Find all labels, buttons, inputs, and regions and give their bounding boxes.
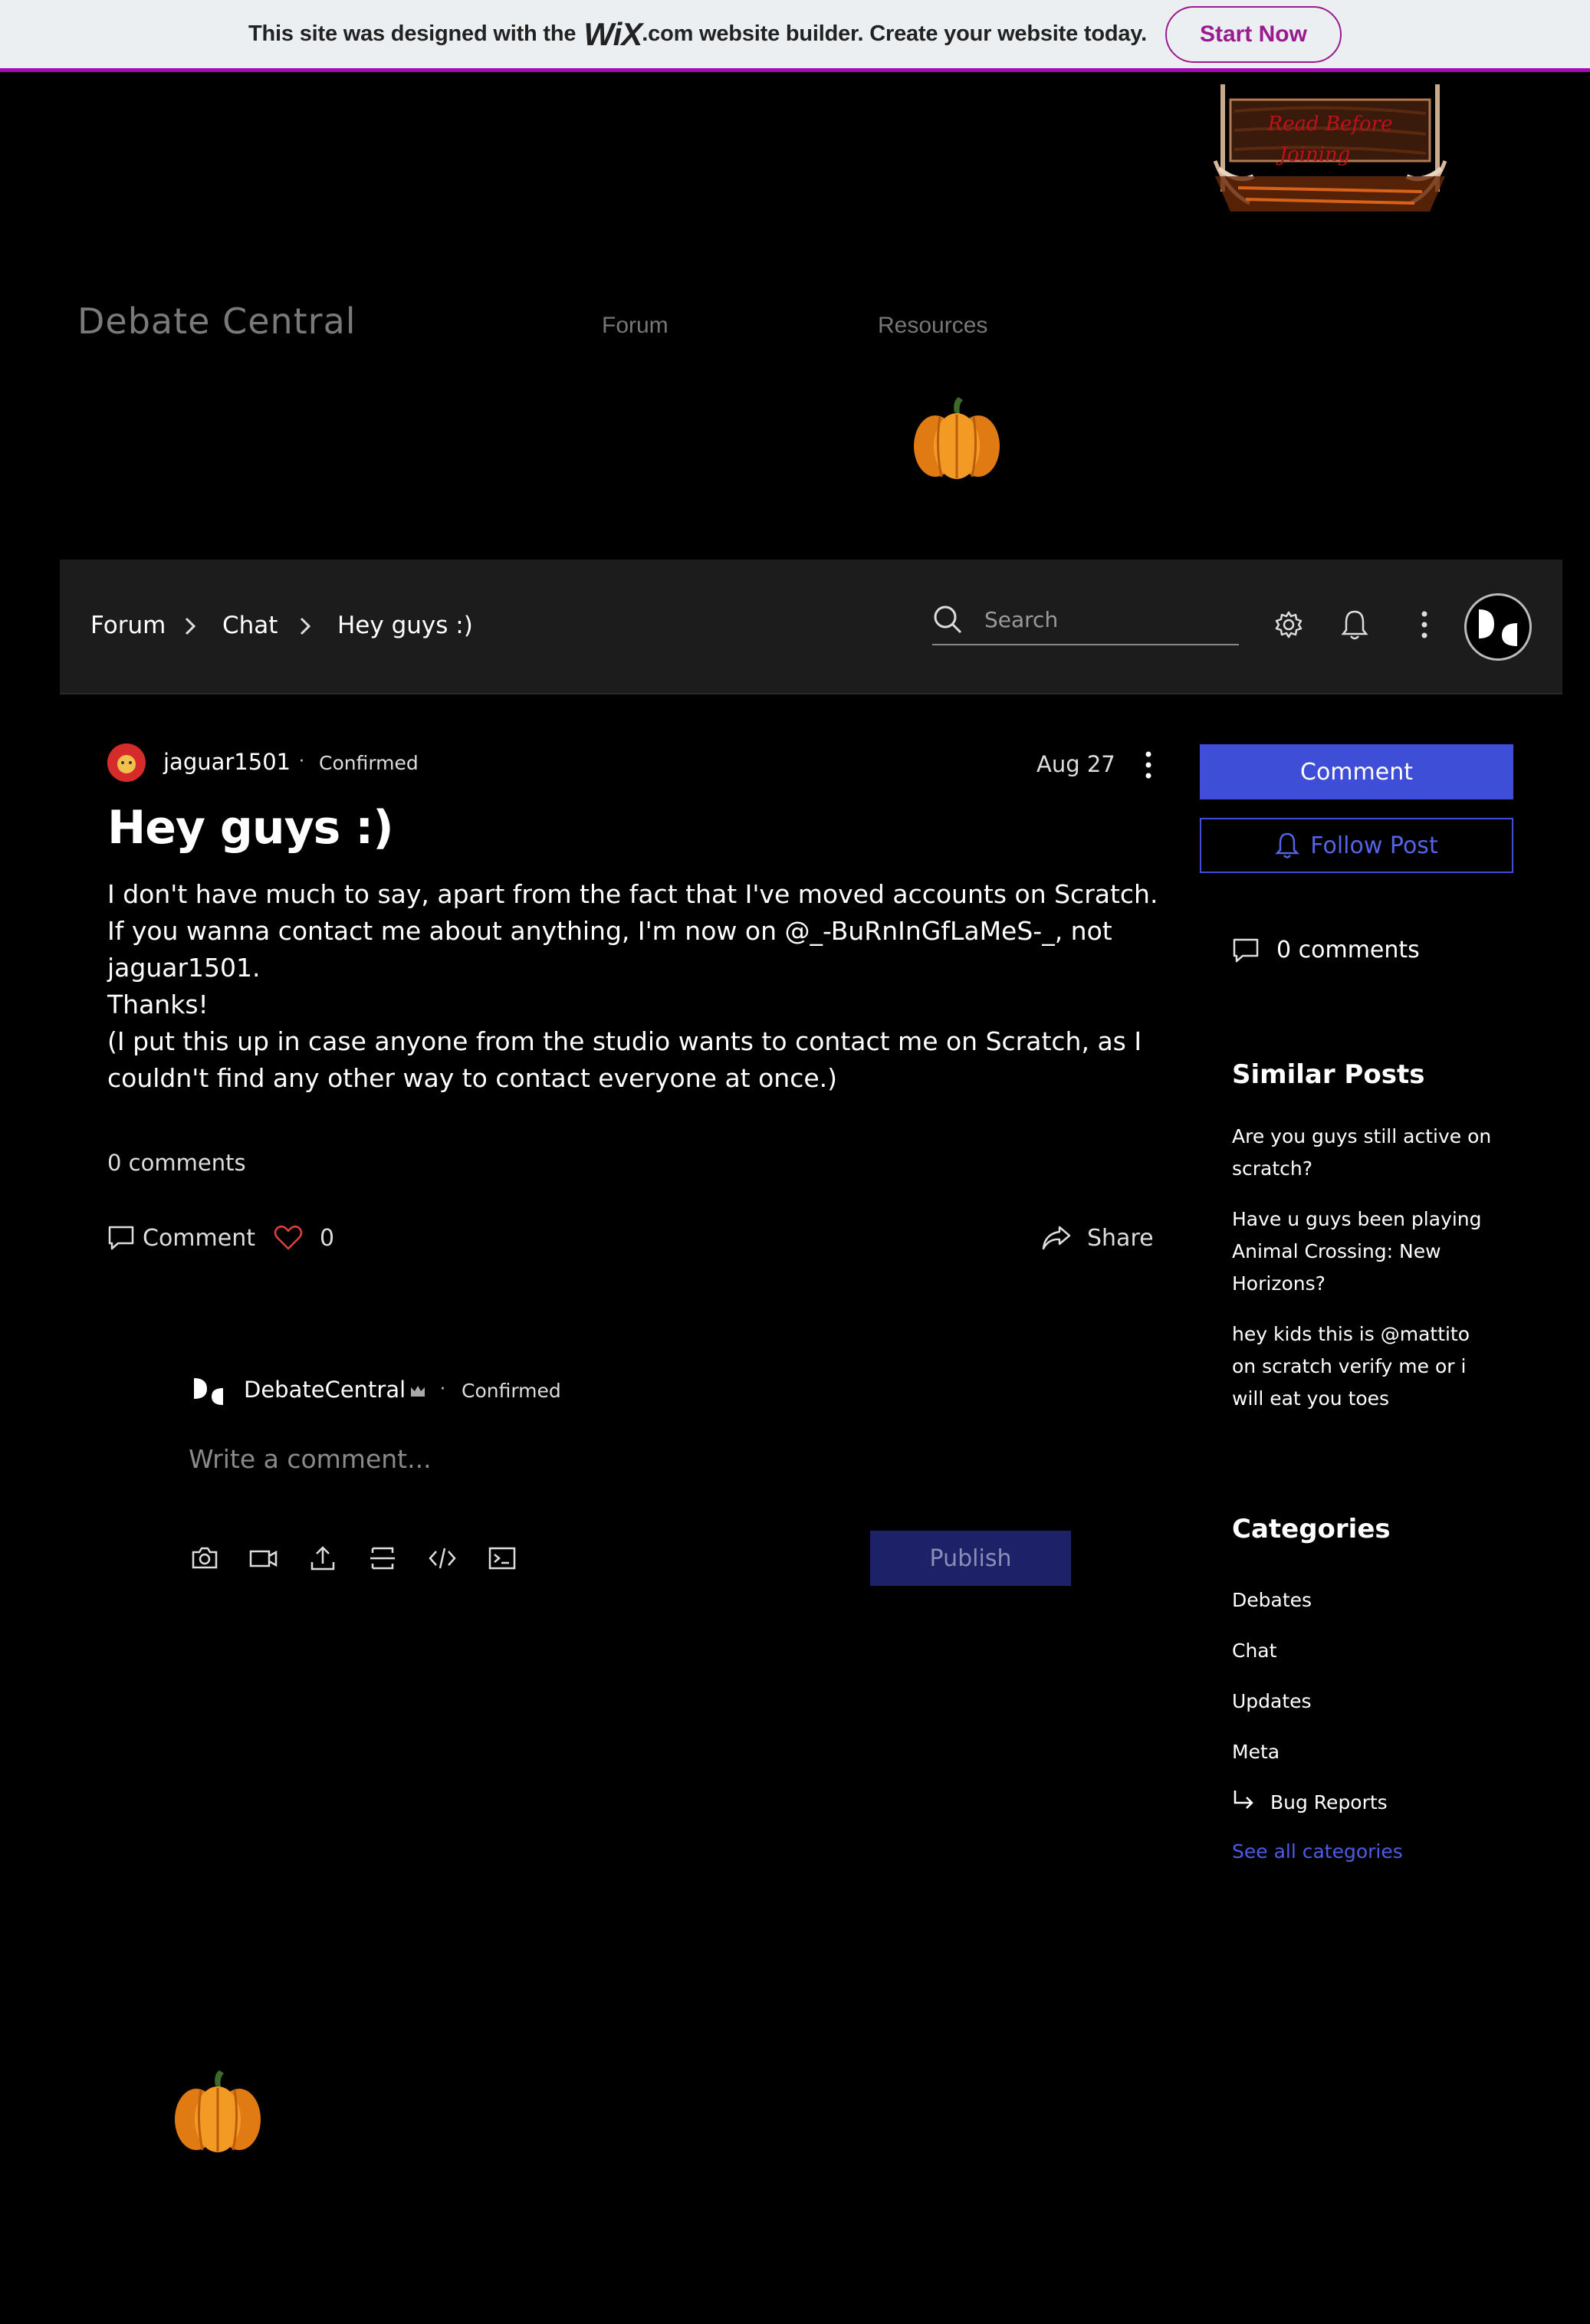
composer-user-avatar <box>194 1378 223 1405</box>
similar-post-link[interactable]: Have u guys been playing Animal Crossing… <box>1232 1203 1493 1300</box>
post-body-line: I don't have much to say, apart from the… <box>107 879 1158 909</box>
debatecentral-logo-icon <box>1479 609 1517 646</box>
share-action[interactable]: Share <box>1041 1223 1154 1253</box>
breadcrumb-chat[interactable]: Chat <box>222 612 278 639</box>
author-name[interactable]: jaguar1501 <box>163 749 291 775</box>
category-meta[interactable]: Meta <box>1232 1741 1280 1763</box>
similar-post-link[interactable]: hey kids this is @mattito on scratch ver… <box>1232 1318 1493 1415</box>
share-label: Share <box>1087 1224 1154 1252</box>
breadcrumb-current-post: Hey guys :) <box>337 612 473 639</box>
separator-dot: · <box>440 1380 445 1399</box>
composer-user-badge: Confirmed <box>462 1380 561 1402</box>
subcategory-arrow-icon <box>1234 1791 1253 1809</box>
start-now-button[interactable]: Start Now <box>1165 5 1342 63</box>
search-icon <box>934 606 962 634</box>
video-icon[interactable] <box>248 1544 278 1573</box>
comment-input[interactable] <box>189 1439 1070 1478</box>
sign-text-line-2: Joining <box>1276 143 1351 166</box>
more-options-icon[interactable] <box>1417 609 1432 641</box>
settings-icon[interactable] <box>1274 610 1303 639</box>
similar-posts-heading: Similar Posts <box>1232 1059 1425 1090</box>
similar-post-link[interactable]: Are you guys still active on scratch? <box>1232 1121 1493 1185</box>
post-comments-count: 0 comments <box>107 1150 246 1176</box>
embed-icon[interactable] <box>488 1544 517 1573</box>
follow-post-button[interactable]: Follow Post <box>1200 818 1513 873</box>
post-body: I don't have much to say, apart from the… <box>107 876 1165 1097</box>
bell-icon[interactable] <box>1340 609 1369 641</box>
follow-post-label: Follow Post <box>1310 832 1438 859</box>
sign-text-line-1: Read Before <box>1267 113 1393 136</box>
sidebar-comments-count: 0 comments <box>1232 937 1420 963</box>
author-badge: Confirmed <box>319 752 419 774</box>
pumpkin-icon <box>914 397 1000 479</box>
post-body-line: (I put this up in case anyone from the s… <box>107 1026 1142 1056</box>
camera-icon[interactable] <box>190 1544 219 1573</box>
comment-action[interactable]: Comment <box>107 1223 255 1253</box>
search-box[interactable] <box>932 596 1239 645</box>
sidebar-comments-label: 0 comments <box>1276 937 1420 963</box>
divider-icon[interactable] <box>368 1544 397 1573</box>
category-updates[interactable]: Updates <box>1232 1690 1312 1712</box>
code-icon[interactable] <box>428 1544 457 1573</box>
read-before-joining-sign[interactable]: Read Before Joining <box>1200 77 1460 212</box>
separator-dot: · <box>299 752 304 771</box>
author-avatar[interactable] <box>107 743 146 782</box>
post-body-line: Thanks! <box>107 990 209 1019</box>
category-debates[interactable]: Debates <box>1232 1589 1312 1611</box>
pumpkin-icon <box>175 2070 261 2152</box>
search-input[interactable] <box>984 604 1230 635</box>
post-body-line: jaguar1501. <box>107 953 261 983</box>
post-more-icon[interactable] <box>1137 748 1160 782</box>
heart-icon <box>274 1225 303 1250</box>
user-avatar[interactable] <box>1464 593 1532 661</box>
like-action[interactable]: 0 <box>274 1223 334 1253</box>
post-date: Aug 27 <box>1036 751 1115 777</box>
comment-icon <box>108 1226 134 1250</box>
composer-user-name: DebateCentral <box>244 1377 406 1403</box>
nav-forum[interactable]: Forum <box>602 313 669 339</box>
comment-icon <box>1233 938 1259 962</box>
upload-icon[interactable] <box>308 1544 337 1573</box>
post-body-line: couldn't find any other way to contact e… <box>107 1063 838 1093</box>
author-avatar-image <box>107 743 146 782</box>
comment-action-label: Comment <box>143 1224 255 1252</box>
nav-resources[interactable]: Resources <box>878 313 987 339</box>
chevron-right-icon <box>185 617 196 635</box>
post-title: Hey guys :) <box>107 801 394 855</box>
sidebar-comment-button[interactable]: Comment <box>1200 744 1513 799</box>
wix-banner-text-after: .com website builder. Create your websit… <box>642 21 1147 46</box>
see-all-categories-link[interactable]: See all categories <box>1232 1840 1403 1863</box>
wix-logo: WiX <box>583 15 642 52</box>
category-bug-reports[interactable]: Bug Reports <box>1270 1791 1388 1814</box>
category-chat[interactable]: Chat <box>1232 1640 1276 1662</box>
post-body-line: If you wanna contact me about anything, … <box>107 916 1112 946</box>
categories-heading: Categories <box>1232 1514 1391 1544</box>
share-icon <box>1042 1226 1071 1250</box>
chevron-right-icon <box>300 617 311 635</box>
crown-icon <box>411 1386 425 1397</box>
bell-icon <box>1275 832 1300 858</box>
breadcrumb-forum[interactable]: Forum <box>90 612 166 639</box>
wix-promo-banner: This site was designed with the WiX .com… <box>0 0 1590 72</box>
wix-banner-text-before: This site was designed with the <box>248 21 577 46</box>
publish-button[interactable]: Publish <box>870 1531 1071 1586</box>
like-count: 0 <box>320 1224 335 1252</box>
site-title[interactable]: Debate Central <box>77 300 356 342</box>
forum-toolbar: Forum Chat Hey guys :) <box>60 560 1562 694</box>
